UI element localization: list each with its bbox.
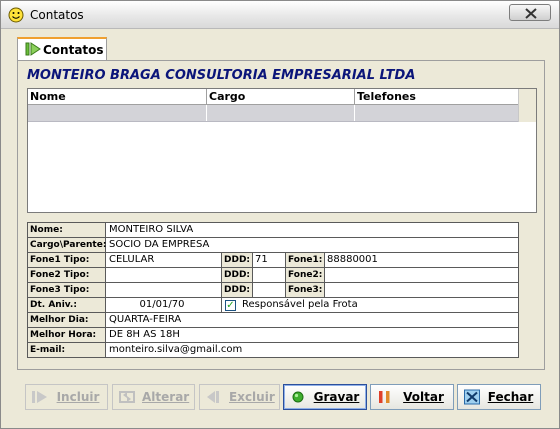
window-close-button[interactable] bbox=[509, 4, 551, 21]
window-title: Contatos bbox=[30, 8, 84, 22]
label-fone3-tipo: Fone3 Tipo: bbox=[28, 283, 106, 297]
cell-telefones bbox=[355, 105, 519, 121]
contatos-window: Contatos Contatos MONTEIRO BRAGA CONSULT… bbox=[0, 0, 560, 429]
label-aniv: Dt. Aniv.: bbox=[28, 298, 106, 312]
voltar-button[interactable]: Voltar bbox=[370, 384, 454, 410]
incluir-label: Incluir bbox=[56, 390, 100, 404]
pause-icon bbox=[379, 391, 390, 403]
label-fone2-ddd: DDD: bbox=[221, 268, 253, 282]
company-name: MONTEIRO BRAGA CONSULTORIA EMPRESARIAL L… bbox=[27, 68, 416, 83]
label-fone2-tipo: Fone2 Tipo: bbox=[28, 268, 106, 282]
fone3-field[interactable] bbox=[325, 283, 518, 297]
alterar-button[interactable]: Alterar bbox=[112, 384, 195, 410]
contacts-grid[interactable]: Nome Cargo Telefones bbox=[27, 88, 537, 213]
cell-cargo bbox=[207, 105, 355, 121]
label-fone2: Fone2: bbox=[285, 268, 325, 282]
fone1-tipo-field[interactable]: CELULAR bbox=[107, 253, 221, 267]
label-melhor-dia: Melhor Dia: bbox=[28, 313, 106, 327]
title-bar[interactable]: Contatos bbox=[1, 1, 559, 29]
form-row-cargo: Cargo\Parente: SOCIO DA EMPRESA bbox=[28, 238, 518, 253]
alterar-label: Alterar bbox=[142, 390, 190, 404]
column-telefones[interactable]: Telefones bbox=[355, 89, 519, 105]
voltar-label: Voltar bbox=[403, 390, 444, 404]
fechar-button[interactable]: Fechar bbox=[457, 384, 541, 410]
fone2-tipo-field[interactable] bbox=[107, 268, 221, 282]
form-row-melhor-dia: Melhor Dia: QUARTA-FEIRA bbox=[28, 313, 518, 328]
label-fone1-tipo: Fone1 Tipo: bbox=[28, 253, 106, 267]
melhor-dia-field[interactable]: QUARTA-FEIRA bbox=[107, 313, 518, 327]
form-row-email: E-mail: monteiro.silva@gmail.com bbox=[28, 343, 518, 358]
label-fone3: Fone3: bbox=[285, 283, 325, 297]
gravar-button[interactable]: Gravar bbox=[283, 384, 367, 410]
tab-play-icon bbox=[25, 42, 41, 56]
aniv-divider bbox=[221, 298, 222, 312]
fone1-field[interactable]: 88880001 bbox=[325, 253, 518, 267]
fone3-ddd-field[interactable] bbox=[253, 283, 285, 297]
cargo-field[interactable]: SOCIO DA EMPRESA bbox=[107, 238, 518, 252]
x-box-icon bbox=[464, 389, 480, 405]
label-fone1: Fone1: bbox=[285, 253, 325, 267]
contatos-panel: MONTEIRO BRAGA CONSULTORIA EMPRESARIAL L… bbox=[17, 60, 545, 370]
contact-form: Nome: MONTEIRO SILVA Cargo\Parente: SOCI… bbox=[27, 222, 519, 358]
form-row-fone3: Fone3 Tipo: DDD: Fone3: bbox=[28, 283, 518, 298]
excluir-label: Excluir bbox=[229, 390, 275, 404]
smiley-icon bbox=[8, 7, 24, 23]
label-fone3-ddd: DDD: bbox=[221, 283, 253, 297]
fone3-tipo-field[interactable] bbox=[107, 283, 221, 297]
label-cargo: Cargo\Parente: bbox=[28, 238, 107, 252]
column-cargo[interactable]: Cargo bbox=[207, 89, 355, 105]
form-row-fone2: Fone2 Tipo: DDD: Fone2: bbox=[28, 268, 518, 283]
grid-scroll-corner bbox=[518, 89, 536, 122]
label-email: E-mail: bbox=[28, 343, 106, 357]
frota-checkbox[interactable]: ✓ bbox=[225, 300, 236, 311]
play-icon bbox=[32, 391, 47, 403]
email-field[interactable]: monteiro.silva@gmail.com bbox=[107, 343, 518, 357]
excluir-button[interactable]: Excluir bbox=[199, 384, 280, 410]
aniv-field[interactable]: 01/01/70 bbox=[107, 298, 221, 312]
frota-checkbox-label[interactable]: Responsável pela Frota bbox=[240, 298, 510, 312]
label-fone1-ddd: DDD: bbox=[221, 253, 253, 267]
label-nome: Nome: bbox=[28, 223, 106, 237]
fone2-ddd-field[interactable] bbox=[253, 268, 285, 282]
form-row-nome: Nome: MONTEIRO SILVA bbox=[28, 223, 518, 238]
tab-label: Contatos bbox=[43, 43, 104, 57]
gravar-label: Gravar bbox=[313, 390, 360, 404]
delete-icon bbox=[207, 391, 219, 403]
refresh-icon bbox=[119, 391, 135, 403]
fechar-label: Fechar bbox=[487, 390, 534, 404]
grid-header: Nome Cargo Telefones bbox=[28, 89, 519, 105]
close-icon bbox=[525, 8, 537, 19]
table-row[interactable] bbox=[28, 105, 519, 122]
cell-nome bbox=[28, 105, 207, 121]
form-row-melhor-hora: Melhor Hora: DE 8H AS 18H bbox=[28, 328, 518, 343]
incluir-button[interactable]: Incluir bbox=[25, 384, 108, 410]
nome-field[interactable]: MONTEIRO SILVA bbox=[107, 223, 518, 237]
melhor-hora-field[interactable]: DE 8H AS 18H bbox=[107, 328, 518, 342]
label-melhor-hora: Melhor Hora: bbox=[28, 328, 106, 342]
form-row-fone1: Fone1 Tipo: CELULAR DDD: 71 Fone1: 88880… bbox=[28, 253, 518, 268]
fone1-ddd-field[interactable]: 71 bbox=[253, 253, 285, 267]
tab-contatos[interactable]: Contatos bbox=[17, 37, 107, 61]
green-dot-icon bbox=[292, 391, 304, 403]
fone2-field[interactable] bbox=[325, 268, 518, 282]
column-nome[interactable]: Nome bbox=[28, 89, 207, 105]
form-row-aniv: Dt. Aniv.: 01/01/70 ✓ Responsável pela F… bbox=[28, 298, 518, 313]
